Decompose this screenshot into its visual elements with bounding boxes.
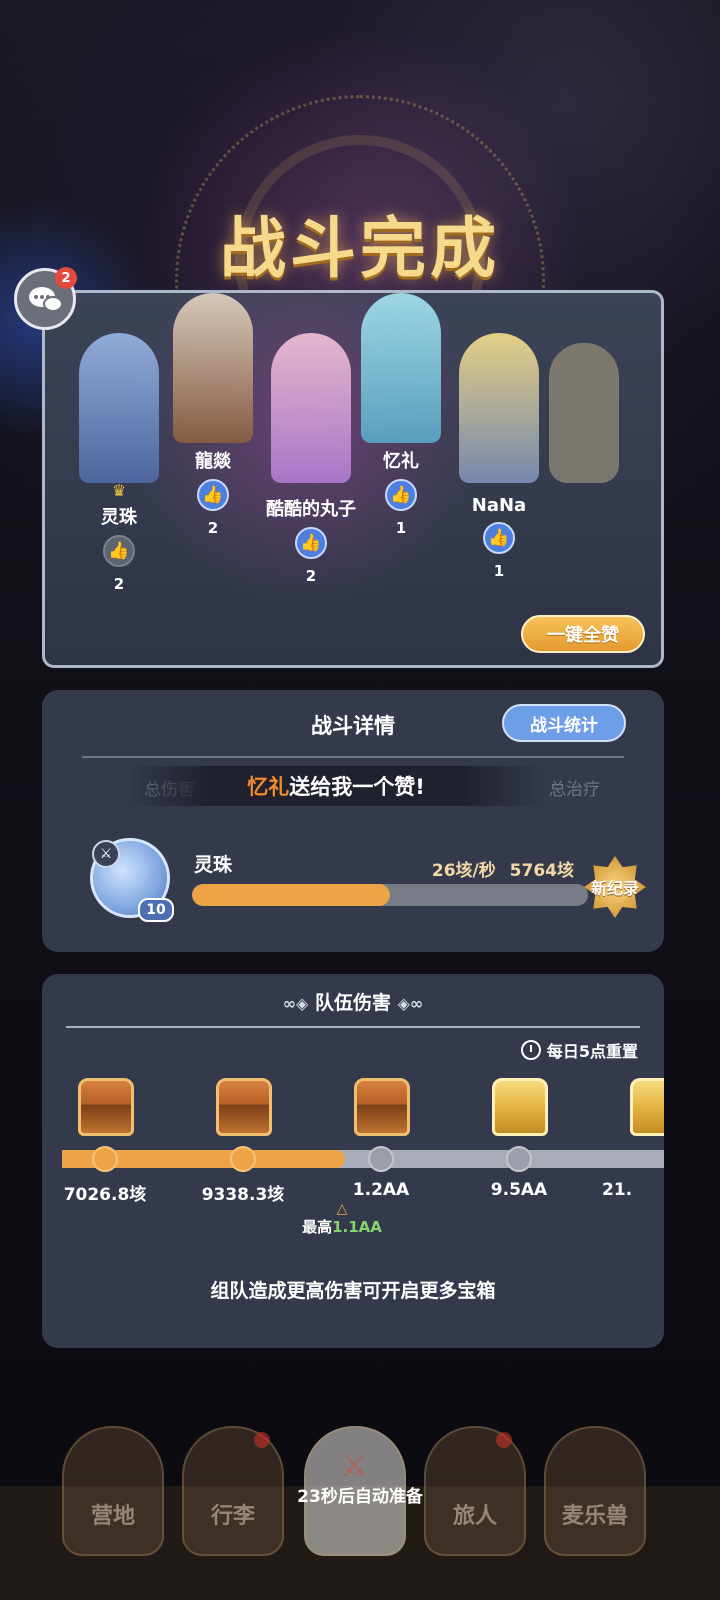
- character-figure: [173, 293, 253, 443]
- character-figure: [361, 293, 441, 443]
- damage-progress-bar: [192, 884, 588, 906]
- like-count: 2: [113, 575, 125, 593]
- reward-chest-2[interactable]: [216, 1078, 272, 1136]
- divider: [66, 1026, 640, 1028]
- thumbs-up-icon: 👍: [488, 528, 510, 548]
- damage-readout: 26垓/秒 5764垓: [432, 856, 574, 881]
- member-name: NaNa: [471, 495, 527, 516]
- player-name: 灵珠: [194, 854, 233, 876]
- team-damage-track: [62, 1150, 664, 1168]
- chat-bubble-icon: [29, 287, 63, 312]
- battle-detail-panel: 战斗详情 战斗统计 总伤害 总治疗 忆礼 送给我一个赞! ⚔ 10 灵珠 26垓…: [42, 690, 664, 952]
- damage-per-second: 26垓/秒: [431, 861, 496, 881]
- like-all-button[interactable]: 一键全赞: [521, 615, 645, 653]
- milestone-label-1: 7026.8垓: [63, 1185, 147, 1205]
- peak-value: 1.1AA: [332, 1218, 382, 1236]
- milestone-node-3: [368, 1146, 394, 1172]
- like-button[interactable]: 👍: [483, 522, 515, 554]
- nav-traveler-label: 旅人: [452, 1504, 497, 1529]
- team-damage-panel: ∞◈ 队伍伤害 ◈∞ 每日5点重置 7026.8垓 9338.3垓 1.2AA …: [42, 974, 664, 1348]
- nav-camp-label: 营地: [90, 1504, 135, 1529]
- daily-reset-info: 每日5点重置: [520, 1038, 638, 1062]
- like-button[interactable]: 👍: [385, 479, 417, 511]
- thumbs-up-icon: 👍: [108, 541, 130, 561]
- milestone-node-4: [506, 1146, 532, 1172]
- reset-text: 每日5点重置: [546, 1042, 638, 1061]
- team-damage-header: ∞◈ 队伍伤害 ◈∞: [42, 988, 664, 1015]
- milestone-label-5: 21.: [602, 1180, 633, 1200]
- reward-chest-1[interactable]: [78, 1078, 134, 1136]
- notification-dot: [496, 1432, 512, 1448]
- thumbs-up-icon: 👍: [300, 533, 322, 553]
- nav-pet-label: 麦乐兽: [561, 1504, 628, 1529]
- peak-label: 最高: [302, 1218, 333, 1236]
- like-button[interactable]: 👍: [295, 527, 327, 559]
- party-member-5: NaNa 👍 1: [439, 333, 559, 580]
- damage-progress-fill: [192, 884, 390, 906]
- thumbs-up-icon: 👍: [390, 485, 412, 505]
- party-panel: ♛ 灵珠 👍 2 龍燚 👍 2 酷酷的丸子 👍 2 忆礼 👍 1 NaNa 👍 …: [42, 290, 664, 668]
- milestone-label-2: 9338.3垓: [201, 1185, 285, 1205]
- milestone-label-3: 1.2AA: [352, 1180, 410, 1200]
- like-button[interactable]: 👍: [197, 479, 229, 511]
- milestone-node-1: [92, 1146, 118, 1172]
- thumbs-up-icon: 👍: [202, 485, 224, 505]
- team-hint: 组队造成更高伤害可开启更多宝箱: [210, 1280, 496, 1302]
- new-record-badge: 新纪录: [584, 856, 646, 918]
- notification-dot: [254, 1432, 270, 1448]
- empty-slot-silhouette: [549, 343, 619, 483]
- toast-sender: 忆礼: [247, 775, 290, 799]
- up-triangle-icon: △: [336, 1201, 348, 1217]
- like-count: 1: [493, 562, 505, 580]
- reward-chest-3[interactable]: [354, 1078, 410, 1136]
- clock-icon: [520, 1040, 541, 1060]
- milestone-node-2: [230, 1146, 256, 1172]
- player-level-badge: 10: [138, 898, 174, 922]
- like-count: 2: [305, 567, 317, 585]
- ornament-right-icon: ◈∞: [397, 994, 424, 1013]
- battle-complete-title: 战斗完成: [220, 210, 500, 287]
- like-button[interactable]: 👍: [103, 535, 135, 567]
- damage-total: 5764垓: [509, 861, 574, 881]
- crossed-swords-icon: ⚔: [340, 1446, 369, 1484]
- nav-luggage-label: 行李: [210, 1504, 255, 1529]
- team-damage-title: 队伍伤害: [314, 992, 391, 1014]
- character-figure: [459, 333, 539, 483]
- chat-button[interactable]: 2: [14, 267, 77, 330]
- character-figure: [271, 333, 351, 483]
- tab-total-healing[interactable]: 总治疗: [549, 767, 604, 803]
- battle-stats-button[interactable]: 战斗统计: [502, 704, 626, 742]
- sword-icon: ⚔: [92, 840, 120, 868]
- ornament-left-icon: ∞◈: [282, 994, 309, 1013]
- toast-message: 送给我一个赞!: [289, 775, 425, 799]
- reward-chest-5[interactable]: [630, 1078, 664, 1136]
- auto-ready-countdown: 23秒后自动准备: [297, 1487, 423, 1507]
- milestone-label-4: 9.5AA: [490, 1180, 548, 1200]
- character-figure: [79, 333, 159, 483]
- reward-chest-4[interactable]: [492, 1078, 548, 1136]
- like-notification-toast: 忆礼 送给我一个赞!: [126, 766, 546, 806]
- peak-damage-marker: △ 最高1.1AA: [292, 1202, 392, 1237]
- divider: [82, 756, 624, 758]
- unread-badge: 2: [55, 267, 77, 289]
